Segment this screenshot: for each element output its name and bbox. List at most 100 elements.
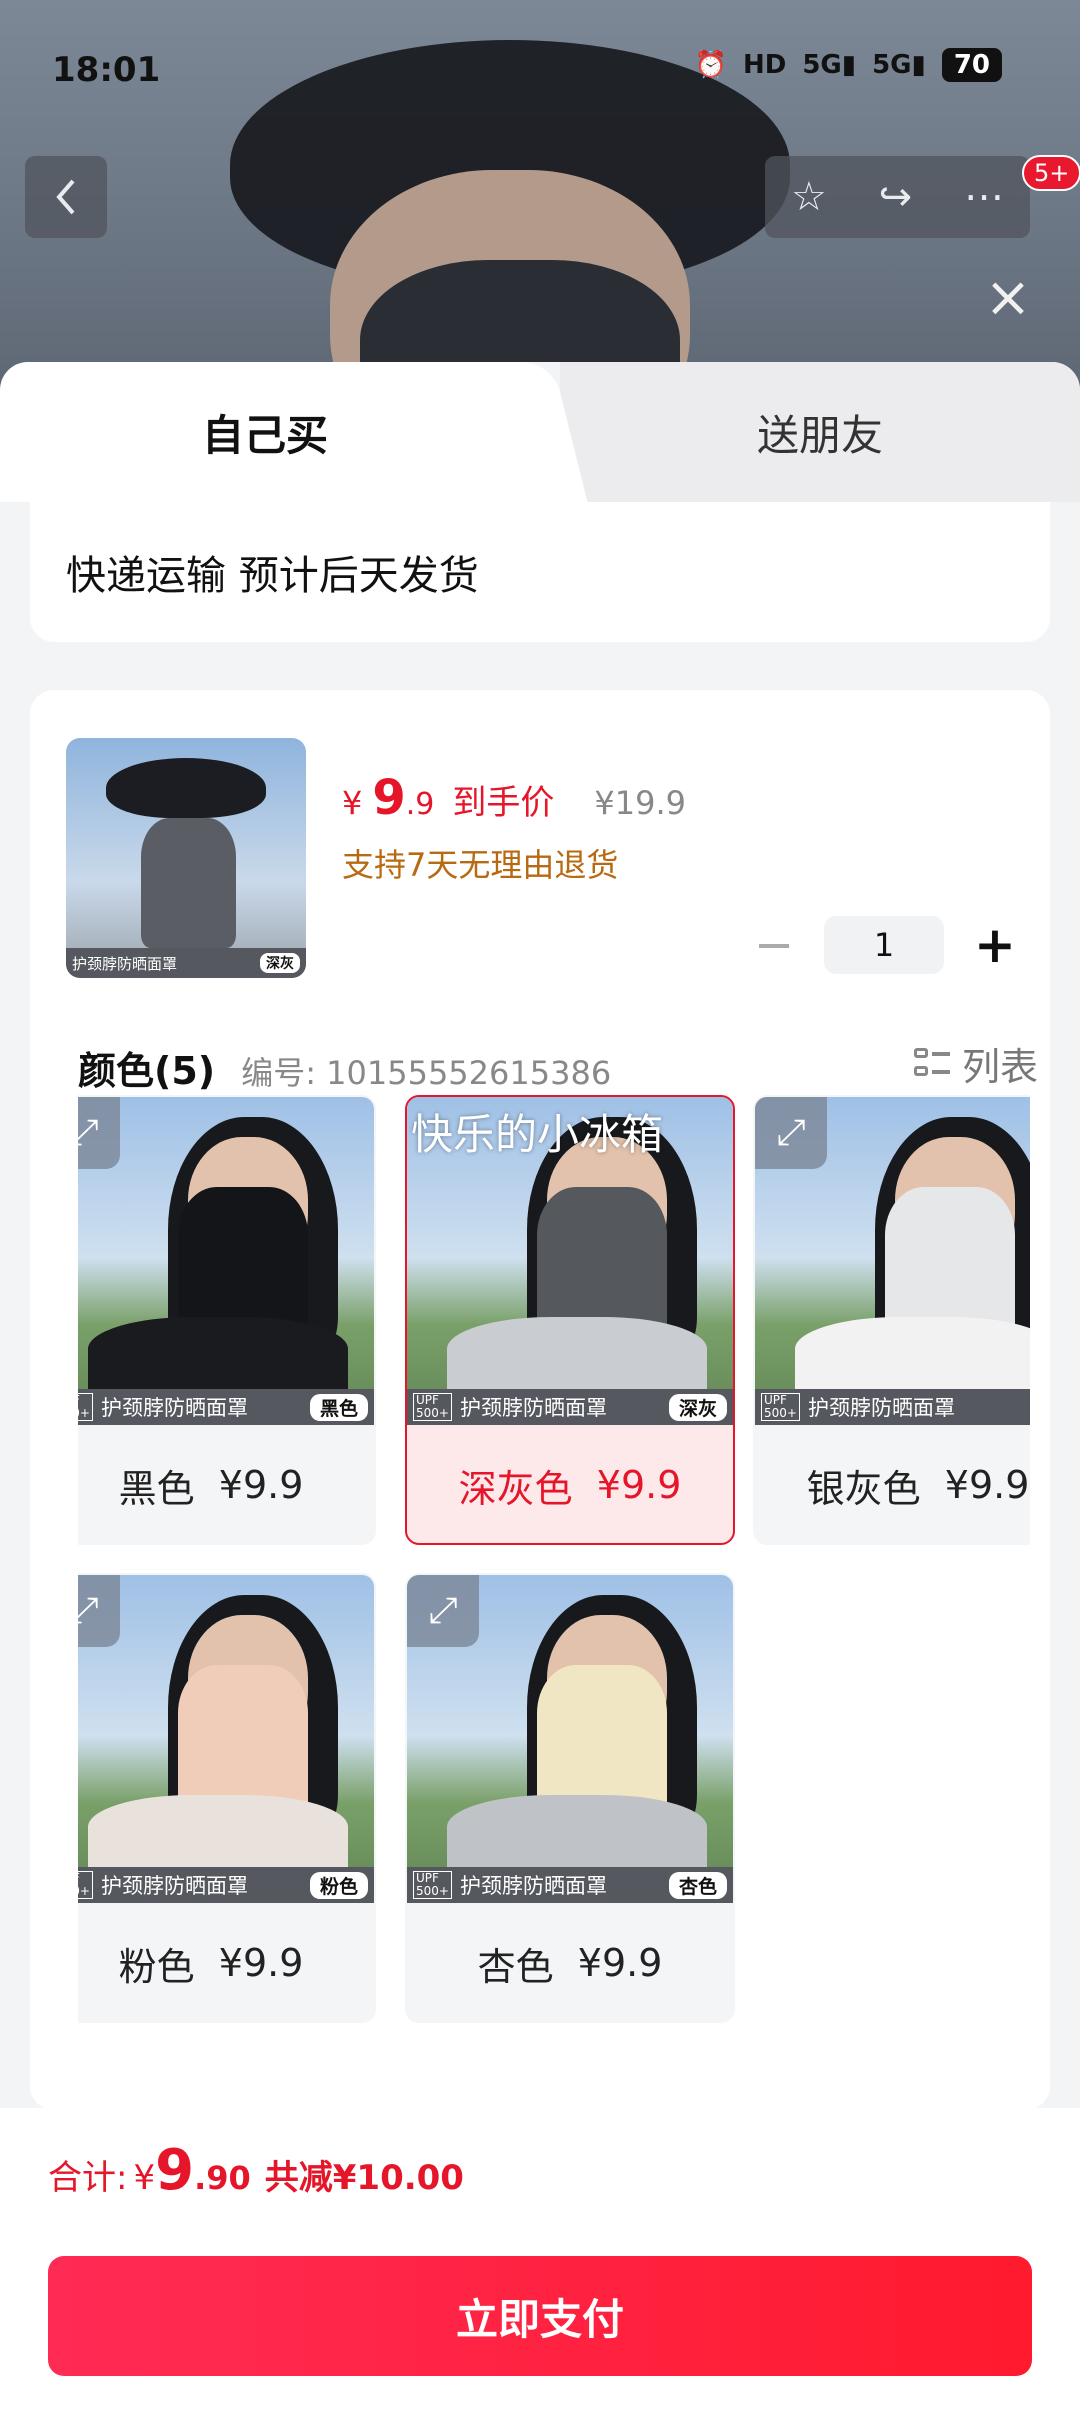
tab-buy-self-label: 自己买 bbox=[201, 410, 328, 460]
upf-icon: UPF500+ bbox=[78, 1393, 93, 1421]
color-option-strip: UPF500+ 护颈脖防晒面罩 浅 bbox=[755, 1389, 1030, 1425]
color-option-image bbox=[78, 1097, 374, 1389]
body-shape bbox=[447, 1795, 707, 1867]
color-price: ¥9.9 bbox=[218, 1463, 304, 1507]
upf-icon: UPF500+ bbox=[413, 1393, 452, 1421]
body-shape bbox=[795, 1317, 1030, 1389]
color-option-label: 黑色 ¥9.9 bbox=[78, 1425, 374, 1543]
total-dec: .90 bbox=[194, 2159, 251, 2197]
price-int: 9 bbox=[372, 770, 406, 826]
strip-tag: 深灰 bbox=[668, 1393, 727, 1421]
return-policy: 支持7天无理由退货 bbox=[342, 846, 619, 884]
expand-icon[interactable]: ⤢ bbox=[78, 1097, 120, 1169]
hd-icon: HD bbox=[742, 50, 787, 80]
total-currency: ¥ bbox=[133, 2158, 156, 2198]
upf-icon: UPF500+ bbox=[78, 1871, 93, 1899]
thumb-strip-text: 护颈脖防晒面罩 bbox=[72, 954, 178, 973]
color-title: 颜色(5) bbox=[78, 1049, 216, 1093]
list-icon bbox=[913, 1046, 950, 1082]
increase-quantity-button[interactable]: + bbox=[974, 916, 1016, 974]
expand-icon[interactable]: ⤢ bbox=[78, 1575, 120, 1647]
total-discount: 共减¥10.00 bbox=[264, 2158, 464, 2198]
color-option-label: 深灰色 ¥9.9 bbox=[407, 1425, 733, 1543]
color-option-label: 杏色 ¥9.9 bbox=[407, 1903, 733, 2021]
color-price: ¥9.9 bbox=[596, 1463, 682, 1507]
color-name: 杏色 bbox=[477, 1944, 554, 1989]
price-dec: .9 bbox=[405, 787, 435, 822]
strip-text: 护颈脖防晒面罩 bbox=[100, 1874, 248, 1898]
product-code: 编号: 10155552615386 bbox=[241, 1054, 612, 1092]
color-option-image bbox=[78, 1575, 374, 1867]
color-option-black[interactable]: ⤢ UPF500+ 护颈脖防晒面罩 黑色 黑色 ¥9.9 bbox=[78, 1095, 376, 1545]
list-view-toggle[interactable]: 列表 bbox=[913, 1036, 1038, 1091]
nav-action-group: ☆ ↪ ⋯ bbox=[765, 156, 1030, 238]
purchase-tabs: 送朋友 自己买 bbox=[0, 362, 1080, 502]
color-header: 颜色(5) 编号: 10155552615386 列表 bbox=[78, 1040, 1038, 1095]
color-option-strip: UPF 500+ 护颈脖防晒面罩 杏色 bbox=[407, 1867, 733, 1903]
more-icon[interactable]: ⋯ bbox=[964, 174, 1004, 220]
price-currency: ¥ bbox=[342, 784, 363, 822]
color-price: ¥9.9 bbox=[944, 1463, 1030, 1507]
color-option-label: 银灰色 ¥9.9 bbox=[755, 1425, 1030, 1543]
strip-tag: 粉色 bbox=[309, 1871, 368, 1899]
total-label: 合计: bbox=[48, 2158, 128, 2198]
status-time: 18:01 bbox=[52, 50, 161, 90]
color-name: 黑色 bbox=[118, 1466, 195, 1511]
checkout-bar: 合计: ¥ 9 .90 共减¥10.00 立即支付 bbox=[0, 2108, 1080, 2412]
tab-gift-friend[interactable]: 送朋友 bbox=[560, 362, 1080, 502]
back-button[interactable] bbox=[25, 156, 107, 238]
color-option-strip: UPF500+ 护颈脖防晒面罩 粉色 bbox=[78, 1867, 374, 1903]
thumb-mask-shape bbox=[141, 818, 236, 948]
strip-text: 护颈脖防晒面罩 bbox=[100, 1396, 248, 1420]
color-price: ¥9.9 bbox=[577, 1941, 663, 1985]
color-grid: ⤢ UPF500+ 护颈脖防晒面罩 黑色 黑色 ¥9.9 快乐的 bbox=[78, 1095, 1030, 2075]
color-option-strip: UPF 500+ 护颈脖防晒面罩 深灰 bbox=[407, 1389, 733, 1425]
tab-buy-self[interactable]: 自己买 bbox=[0, 362, 530, 502]
color-name: 粉色 bbox=[118, 1944, 195, 1989]
quantity-stepper: − 1 + bbox=[754, 916, 1016, 974]
price-row: ¥ 9.9 到手价 ¥19.9 bbox=[342, 770, 686, 826]
thumb-tag: 深灰 bbox=[260, 953, 300, 973]
total-int: 9 bbox=[155, 2138, 195, 2203]
alarm-icon: ⏰ bbox=[694, 50, 727, 80]
original-price: ¥19.9 bbox=[594, 784, 686, 822]
share-icon[interactable]: ↪ bbox=[879, 174, 913, 220]
color-price: ¥9.9 bbox=[218, 1941, 304, 1985]
color-option-apricot[interactable]: ⤢ UPF 500+ 护颈脖防晒面罩 杏色 杏色 ¥9.9 bbox=[405, 1573, 735, 2023]
quantity-input[interactable]: 1 bbox=[824, 916, 944, 974]
expand-icon[interactable]: ⤢ bbox=[755, 1097, 827, 1169]
decrease-quantity-button[interactable]: − bbox=[754, 917, 794, 973]
chevron-left-icon bbox=[56, 179, 75, 215]
delivery-text: 快递运输 预计后天发货 bbox=[66, 553, 479, 599]
delivery-info: 快递运输 预计后天发货 bbox=[30, 502, 1050, 642]
color-option-dark-gray[interactable]: 快乐的小冰箱 UPF 500+ 护颈脖防晒面罩 深灰 深灰色 ¥9.9 bbox=[405, 1095, 735, 1545]
watermark-text: 快乐的小冰箱 bbox=[411, 1110, 664, 1159]
close-icon[interactable]: × bbox=[980, 270, 1036, 326]
strip-tag: 杏色 bbox=[668, 1871, 727, 1899]
expand-icon[interactable]: ⤢ bbox=[407, 1575, 479, 1647]
thumb-strip: 护颈脖防晒面罩 深灰 bbox=[66, 948, 306, 978]
star-icon[interactable]: ☆ bbox=[791, 174, 827, 220]
total-row: 合计: ¥ 9 .90 共减¥10.00 bbox=[48, 2138, 464, 2203]
color-name: 深灰色 bbox=[458, 1466, 573, 1511]
pay-now-button[interactable]: 立即支付 bbox=[48, 2256, 1032, 2376]
signal-5g-icon-2: 5G▮ bbox=[872, 50, 926, 80]
status-icons: ⏰ HD 5G▮ 5G▮ 70 bbox=[695, 48, 1002, 82]
thumb-hat-shape bbox=[106, 758, 266, 818]
color-option-label: 粉色 ¥9.9 bbox=[78, 1903, 374, 2021]
color-option-pink[interactable]: ⤢ UPF500+ 护颈脖防晒面罩 粉色 粉色 ¥9.9 bbox=[78, 1573, 376, 2023]
strip-text: 护颈脖防晒面罩 bbox=[459, 1396, 607, 1420]
body-shape bbox=[447, 1317, 707, 1389]
signal-5g-icon: 5G▮ bbox=[802, 50, 857, 80]
list-view-label: 列表 bbox=[961, 1045, 1038, 1089]
strip-text: 护颈脖防晒面罩 bbox=[807, 1396, 955, 1420]
strip-tag: 黑色 bbox=[309, 1393, 368, 1421]
color-option-silver-gray[interactable]: ⤢ UPF500+ 护颈脖防晒面罩 浅 银灰色 ¥9.9 bbox=[753, 1095, 1030, 1545]
upf-icon: UPF500+ bbox=[413, 1871, 452, 1899]
selected-sku-thumbnail[interactable]: 护颈脖防晒面罩 深灰 bbox=[66, 738, 306, 978]
status-bar: 18:01 ⏰ HD 5G▮ 5G▮ 70 bbox=[0, 0, 1080, 140]
message-badge: 5+ bbox=[1022, 155, 1080, 191]
color-option-strip: UPF500+ 护颈脖防晒面罩 黑色 bbox=[78, 1389, 374, 1425]
body-shape bbox=[88, 1795, 348, 1867]
price-label: 到手价 bbox=[452, 783, 555, 823]
